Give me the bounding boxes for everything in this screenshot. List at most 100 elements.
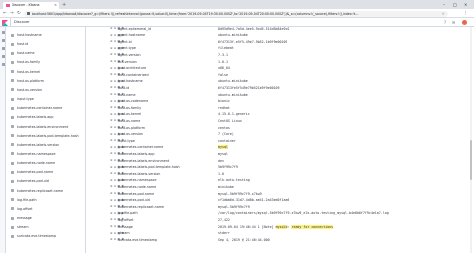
zoom-out-icon[interactable]: ⊖ — [114, 40, 117, 43]
zoom-in-icon[interactable]: ⊕ — [110, 172, 113, 175]
zoom-out-icon[interactable]: ⊖ — [114, 106, 117, 109]
zoom-in-icon[interactable]: ⊕ — [110, 178, 113, 182]
newsfeed-icon[interactable]: ✉ — [452, 20, 455, 25]
zoom-in-icon[interactable]: ⊕ — [110, 60, 113, 63]
zoom-in-icon[interactable]: ⊕ — [110, 238, 113, 241]
zoom-in-icon[interactable]: ⊕ — [110, 27, 113, 30]
field-list-item[interactable]: kubernetes.namespace — [6, 151, 86, 157]
help-icon[interactable]: ? — [444, 20, 446, 25]
bookmark-star-icon[interactable]: ☆ — [441, 11, 445, 16]
close-tab-icon[interactable]: × — [54, 3, 57, 7]
zoom-in-icon[interactable]: ⊕ — [110, 106, 113, 109]
zoom-in-icon[interactable]: ⊕ — [110, 79, 113, 83]
field-list-item[interactable]: kubernetes.pod.name — [6, 169, 86, 175]
zoom-in-icon[interactable]: ⊕ — [110, 93, 113, 96]
field-list-item[interactable]: kubernetes.pod.uid — [6, 178, 86, 184]
zoom-in-icon[interactable]: ⊕ — [110, 73, 113, 76]
zoom-out-icon[interactable]: ⊖ — [114, 132, 117, 136]
field-list-item[interactable]: kubernetes.replicaset.name — [6, 188, 86, 194]
field-list-item[interactable]: kubernetes.node.name — [6, 160, 86, 166]
zoom-in-icon[interactable]: ⊕ — [110, 33, 113, 37]
zoom-out-icon[interactable]: ⊖ — [114, 198, 117, 202]
zoom-in-icon[interactable]: ⊕ — [110, 112, 113, 116]
zoom-in-icon[interactable]: ⊕ — [110, 159, 113, 162]
zoom-in-icon[interactable]: ⊕ — [110, 152, 113, 155]
discover-icon[interactable] — [1, 47, 5, 50]
zoom-in-icon[interactable]: ⊕ — [110, 46, 113, 50]
field-list-item[interactable]: kubernetes.labels.app — [6, 114, 86, 120]
zoom-out-icon[interactable]: ⊖ — [114, 86, 117, 89]
zoom-out-icon[interactable]: ⊖ — [114, 211, 117, 215]
zoom-out-icon[interactable]: ⊖ — [114, 152, 117, 155]
zoom-in-icon[interactable]: ⊕ — [110, 126, 113, 129]
field-list-item[interactable]: input.type — [6, 96, 86, 102]
field-list-item[interactable]: suricata.eve.timestamp — [6, 233, 86, 239]
field-list-item[interactable]: host.os.version — [6, 87, 86, 93]
kibana-logo-icon[interactable] — [2, 19, 8, 26]
zoom-in-icon[interactable]: ⊕ — [110, 139, 113, 142]
zoom-in-icon[interactable]: ⊕ — [110, 86, 113, 89]
zoom-out-icon[interactable]: ⊖ — [114, 99, 117, 103]
zoom-in-icon[interactable]: ⊕ — [110, 40, 113, 43]
dashboard-icon[interactable] — [1, 63, 5, 66]
zoom-out-icon[interactable]: ⊖ — [114, 218, 117, 221]
minimize-icon[interactable]: – — [443, 2, 445, 7]
zoom-out-icon[interactable]: ⊖ — [114, 126, 117, 129]
field-list-item[interactable]: kubernetes.labels.version — [6, 142, 86, 148]
field-list-item[interactable]: host.os.platform — [6, 78, 86, 84]
zoom-out-icon[interactable]: ⊖ — [114, 73, 117, 76]
zoom-out-icon[interactable]: ⊖ — [114, 225, 117, 228]
zoom-out-icon[interactable]: ⊖ — [114, 27, 117, 30]
field-list-item[interactable]: host.os.family — [6, 59, 86, 65]
zoom-in-icon[interactable]: ⊕ — [110, 53, 113, 56]
zoom-out-icon[interactable]: ⊖ — [114, 172, 117, 175]
zoom-in-icon[interactable]: ⊕ — [110, 205, 113, 208]
zoom-out-icon[interactable]: ⊖ — [114, 145, 117, 149]
zoom-out-icon[interactable]: ⊖ — [114, 60, 117, 63]
zoom-in-icon[interactable]: ⊕ — [110, 211, 113, 215]
zoom-out-icon[interactable]: ⊖ — [114, 231, 117, 235]
close-window-icon[interactable]: × — [464, 2, 467, 7]
zoom-in-icon[interactable]: ⊕ — [110, 231, 113, 235]
zoom-in-icon[interactable]: ⊕ — [110, 132, 113, 136]
zoom-in-icon[interactable]: ⊕ — [110, 198, 113, 202]
zoom-out-icon[interactable]: ⊖ — [114, 119, 117, 122]
zoom-in-icon[interactable]: ⊕ — [110, 218, 113, 221]
menu-icon[interactable] — [1, 31, 5, 34]
field-list-item[interactable]: kubernetes.labels.environment — [6, 124, 86, 130]
scrollbar-thumb[interactable] — [470, 140, 472, 180]
maximize-icon[interactable]: □ — [453, 2, 457, 7]
zoom-out-icon[interactable]: ⊖ — [114, 66, 117, 70]
zoom-out-icon[interactable]: ⊖ — [114, 112, 117, 116]
field-list-item[interactable]: stream — [6, 224, 86, 230]
recent-icon[interactable] — [1, 39, 5, 42]
back-icon[interactable]: ← — [3, 11, 7, 17]
zoom-in-icon[interactable]: ⊕ — [110, 192, 113, 195]
zoom-out-icon[interactable]: ⊖ — [114, 205, 117, 208]
info-icon[interactable] — [27, 12, 30, 15]
zoom-in-icon[interactable]: ⊕ — [110, 165, 113, 169]
new-tab-icon[interactable]: + — [62, 2, 66, 8]
browser-tab[interactable]: Discover - Kibana × — [3, 1, 59, 9]
zoom-in-icon[interactable]: ⊕ — [110, 99, 113, 103]
field-list-item[interactable]: host.os.kernel — [6, 69, 86, 75]
zoom-out-icon[interactable]: ⊖ — [114, 178, 117, 182]
forward-icon[interactable]: → — [10, 11, 14, 17]
browser-menu-icon[interactable]: ⋮ — [463, 11, 468, 17]
zoom-in-icon[interactable]: ⊕ — [110, 145, 113, 149]
field-list-item[interactable]: message — [6, 215, 86, 221]
address-bar[interactable]: localhost:5601/app/kibana#/discover?_g=(… — [24, 10, 448, 17]
visualize-icon[interactable] — [1, 55, 5, 58]
zoom-in-icon[interactable]: ⊕ — [110, 66, 113, 70]
zoom-out-icon[interactable]: ⊖ — [114, 192, 117, 195]
zoom-out-icon[interactable]: ⊖ — [114, 139, 117, 142]
zoom-out-icon[interactable]: ⊖ — [114, 165, 117, 169]
zoom-out-icon[interactable]: ⊖ — [114, 159, 117, 162]
zoom-out-icon[interactable]: ⊖ — [114, 238, 117, 241]
zoom-in-icon[interactable]: ⊕ — [110, 185, 113, 188]
user-avatar[interactable] — [462, 19, 467, 25]
reload-icon[interactable]: ↻ — [17, 11, 21, 17]
zoom-out-icon[interactable]: ⊖ — [114, 93, 117, 96]
zoom-out-icon[interactable]: ⊖ — [114, 46, 117, 50]
field-list-item[interactable]: host.hostname — [6, 32, 86, 38]
